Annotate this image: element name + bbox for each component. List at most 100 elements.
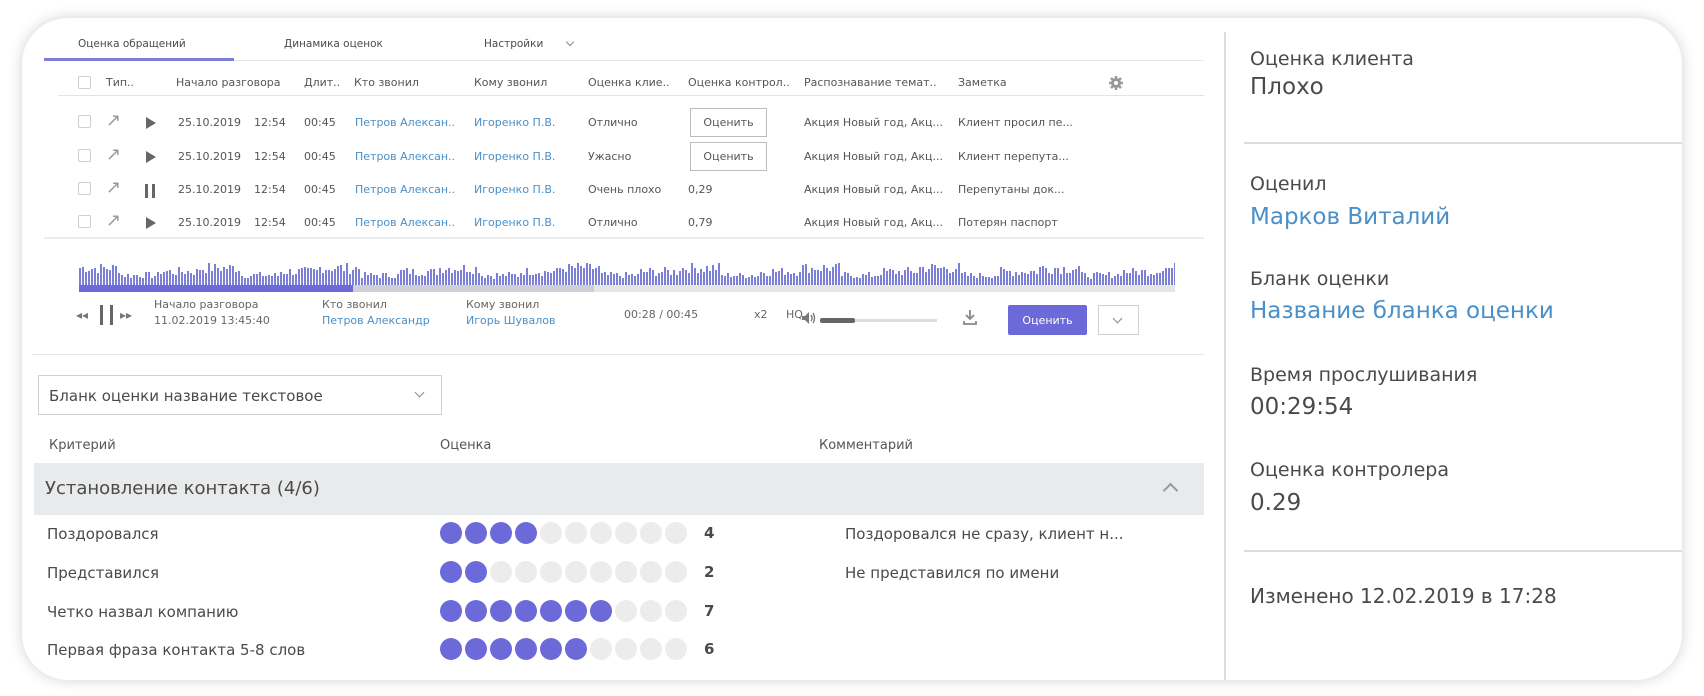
score-dot[interactable] [440, 522, 462, 544]
row-checkbox[interactable] [78, 149, 91, 162]
col-caller[interactable]: Кто звонил [354, 76, 419, 89]
score-dot[interactable] [490, 522, 512, 544]
table-row[interactable]: ↗ 25.10.2019 12:54 00:45 Петров Алексан.. Иго… [58, 205, 1204, 241]
row-caller-link[interactable]: Петров Алексан.. [355, 116, 455, 129]
row-rate-button[interactable]: Оценить [690, 142, 767, 171]
tab-rating-requests[interactable]: Оценка обращений [78, 38, 186, 50]
col-callee[interactable]: Кому звонил [474, 76, 547, 89]
table-row[interactable]: ↗ 25.10.2019 12:54 00:45 Петров Алексан.. Иго… [58, 172, 1204, 208]
row-callee-link[interactable]: Игоренко П.В. [474, 183, 555, 196]
tab-rating-dynamics[interactable]: Динамика оценок [284, 38, 383, 50]
score-dot[interactable] [490, 600, 512, 622]
select-all-checkbox[interactable] [78, 76, 91, 89]
row-checkbox[interactable] [78, 182, 91, 195]
score-dot[interactable] [615, 522, 637, 544]
col-start[interactable]: Начало разговора [176, 76, 281, 89]
score-dot[interactable] [640, 600, 662, 622]
row-checkbox[interactable] [78, 215, 91, 228]
fast-forward-icon[interactable]: ▸▸ [120, 308, 132, 322]
player-callee-link[interactable]: Игорь Шувалов [466, 314, 555, 327]
col-type[interactable]: Тип.. [106, 76, 134, 89]
row-client-score: Очень плохо [588, 183, 662, 196]
criterion-comment[interactable]: Поздоровался не сразу, клиент н... [845, 525, 1124, 543]
row-date: 25.10.2019 [178, 216, 241, 229]
gear-icon[interactable] [1108, 75, 1124, 91]
score-dot[interactable] [515, 561, 537, 583]
score-dot[interactable] [665, 561, 687, 583]
score-dot[interactable] [465, 600, 487, 622]
score-dot[interactable] [665, 638, 687, 660]
col-duration[interactable]: Длит.. [304, 76, 340, 89]
score-dot[interactable] [465, 561, 487, 583]
score-dot[interactable] [640, 638, 662, 660]
rate-options-dropdown[interactable] [1098, 305, 1139, 335]
row-caller-link[interactable]: Петров Алексан.. [355, 183, 455, 196]
row-checkbox[interactable] [78, 115, 91, 128]
score-dot[interactable] [440, 600, 462, 622]
score-dot[interactable] [540, 638, 562, 660]
score-dot[interactable] [590, 600, 612, 622]
waveform[interactable] [79, 256, 1175, 286]
score-rating[interactable] [440, 561, 690, 583]
row-callee-link[interactable]: Игоренко П.В. [474, 116, 555, 129]
volume-icon[interactable] [801, 311, 816, 325]
score-dot[interactable] [615, 600, 637, 622]
score-dot[interactable] [565, 522, 587, 544]
rater-link[interactable]: Марков Виталий [1250, 204, 1450, 230]
col-controller-score[interactable]: Оценка контрол.. [688, 76, 790, 89]
score-dot[interactable] [515, 638, 537, 660]
row-callee-link[interactable]: Игоренко П.В. [474, 150, 555, 163]
table-row[interactable]: ↗ 25.10.2019 12:54 00:45 Петров Алексан.. Иго… [58, 105, 1204, 141]
download-icon[interactable] [962, 309, 978, 325]
score-dot[interactable] [615, 561, 637, 583]
score-dot[interactable] [590, 638, 612, 660]
row-rate-button[interactable]: Оценить [690, 108, 767, 137]
score-dot[interactable] [440, 561, 462, 583]
col-topic[interactable]: Распознавание темат.. [804, 76, 937, 89]
score-dot[interactable] [590, 522, 612, 544]
score-rating[interactable] [440, 638, 690, 660]
form-template-select[interactable]: Бланк оценки название текстовое [38, 375, 442, 415]
chevron-up-icon[interactable] [1162, 482, 1179, 499]
score-dot[interactable] [440, 638, 462, 660]
criteria-group[interactable]: Установление контакта (4/6) [34, 463, 1204, 515]
score-dot[interactable] [540, 600, 562, 622]
speed-toggle[interactable]: x2 [754, 308, 768, 321]
score-dot[interactable] [465, 638, 487, 660]
score-dot[interactable] [565, 561, 587, 583]
score-dot[interactable] [615, 638, 637, 660]
row-caller-link[interactable]: Петров Алексан.. [355, 150, 455, 163]
score-dot[interactable] [515, 522, 537, 544]
score-rating[interactable] [440, 600, 690, 622]
score-dot[interactable] [665, 600, 687, 622]
criterion-comment[interactable]: Не представился по имени [845, 564, 1059, 582]
pause-icon[interactable] [145, 184, 155, 198]
score-dot[interactable] [540, 522, 562, 544]
play-icon[interactable] [146, 117, 156, 129]
pause-icon[interactable] [100, 305, 113, 325]
col-client-score[interactable]: Оценка клие.. [588, 76, 670, 89]
score-dot[interactable] [590, 561, 612, 583]
play-icon[interactable] [146, 217, 156, 229]
score-dot[interactable] [490, 638, 512, 660]
score-dot[interactable] [640, 522, 662, 544]
score-dot[interactable] [565, 600, 587, 622]
score-dot[interactable] [665, 522, 687, 544]
table-row[interactable]: ↗ 25.10.2019 12:54 00:45 Петров Алексан.. Иго… [58, 139, 1204, 175]
tab-settings[interactable]: Настройки [484, 37, 574, 50]
row-caller-link[interactable]: Петров Алексан.. [355, 216, 455, 229]
score-rating[interactable] [440, 522, 690, 544]
play-icon[interactable] [146, 151, 156, 163]
score-dot[interactable] [515, 600, 537, 622]
score-dot[interactable] [490, 561, 512, 583]
rewind-icon[interactable]: ◂◂ [76, 308, 88, 322]
col-note[interactable]: Заметка [958, 76, 1007, 89]
player-caller-link[interactable]: Петров Александр [322, 314, 430, 327]
score-dot[interactable] [465, 522, 487, 544]
score-dot[interactable] [565, 638, 587, 660]
rate-call-button[interactable]: Оценить [1008, 305, 1087, 335]
score-dot[interactable] [640, 561, 662, 583]
form-link[interactable]: Название бланка оценки [1250, 298, 1554, 324]
row-callee-link[interactable]: Игоренко П.В. [474, 216, 555, 229]
score-dot[interactable] [540, 561, 562, 583]
